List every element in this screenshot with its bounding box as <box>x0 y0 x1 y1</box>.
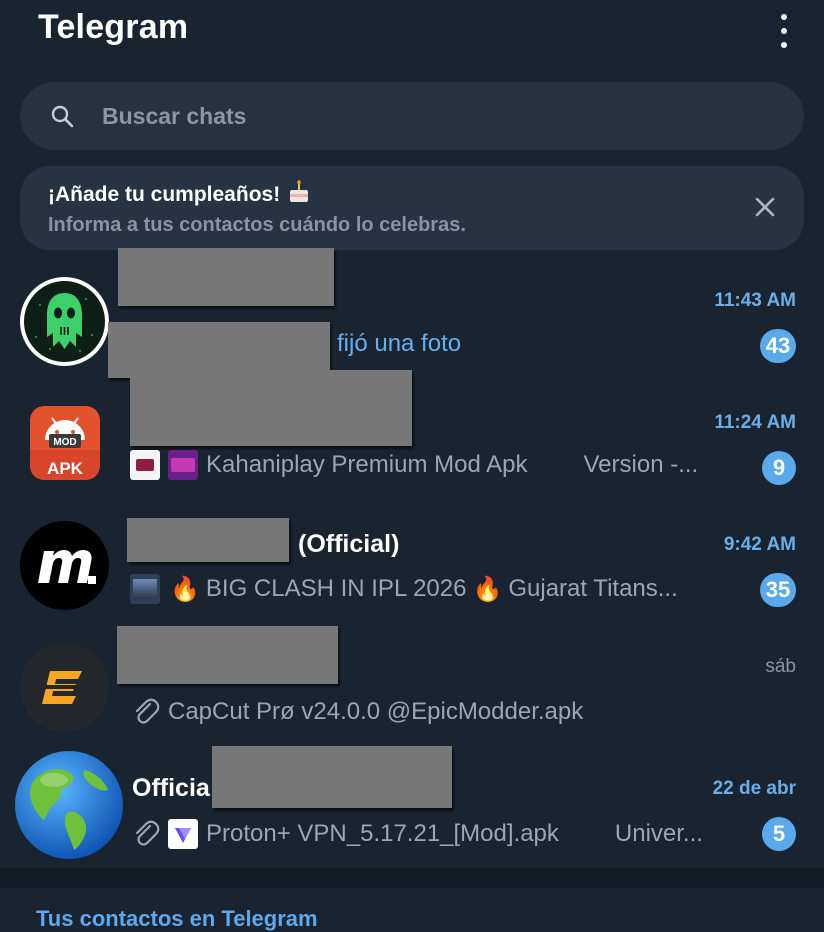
preview-text: fijó una foto <box>337 330 462 357</box>
cake-icon <box>288 180 310 210</box>
chat-time: 22 de abr <box>712 778 796 799</box>
preview-extra: Gujarat Titans... <box>508 575 678 602</box>
preview-text: Proton+ VPN_5.17.21_[Mod].apk <box>206 820 559 847</box>
chat-item[interactable]: 11:43 AM fijó una foto 43 <box>0 248 824 384</box>
app-title: Telegram <box>38 8 189 46</box>
chat-item[interactable]: Officia 22 de abr Proton+ VPN_5.17.21_[M… <box>0 746 824 872</box>
redacted-name <box>127 518 289 562</box>
chat-name: Officia <box>132 774 210 802</box>
chat-preview: 🔥 BIG CLASH IN IPL 2026 🔥 Gujarat Titans… <box>130 574 678 604</box>
top-app-bar: Telegram <box>0 0 824 70</box>
preview-text: CapCut Prø v24.0.0 @EpicModder.apk <box>168 698 584 725</box>
unread-badge: 5 <box>762 817 796 851</box>
thumbnail-icon <box>168 819 198 849</box>
banner-title-text: ¡Añade tu cumpleaños! <box>48 183 281 206</box>
chat-preview: CapCut Prø v24.0.0 @EpicModder.apk <box>130 696 583 728</box>
preview-text: Kahaniplay Premium Mod Apk <box>206 451 528 478</box>
chat-preview: Proton+ VPN_5.17.21_[Mod].apk Univer... <box>130 818 703 850</box>
svg-text:APK: APK <box>47 459 84 478</box>
preview-text: BIG CLASH IN IPL 2026 <box>205 575 467 602</box>
section-divider <box>0 868 824 888</box>
avatar: MOD APK <box>30 406 100 480</box>
svg-text:MOD: MOD <box>53 437 76 448</box>
search-icon <box>51 105 74 128</box>
unread-badge: 9 <box>762 451 796 485</box>
banner-subtitle: Informa a tus contactos cuándo lo celebr… <box>48 214 466 236</box>
banner-title: ¡Añade tu cumpleaños! <box>48 180 310 210</box>
avatar <box>14 750 124 860</box>
search-bar[interactable] <box>20 82 804 150</box>
attachment-icon <box>135 820 160 846</box>
redacted-name <box>117 626 338 684</box>
thumbnail-icon <box>130 574 160 604</box>
preview-extra: Univer... <box>614 820 703 847</box>
chat-time: 9:42 AM <box>723 534 796 555</box>
fire-icon: 🔥 <box>170 575 200 603</box>
chat-time: 11:24 AM <box>714 412 796 433</box>
contacts-section-title[interactable]: Tus contactos en Telegram <box>36 906 318 932</box>
redacted-name <box>212 746 452 808</box>
chat-preview: Kahaniplay Premium Mod Apk Version -... <box>130 450 698 480</box>
chat-item[interactable]: (Official) 9:42 AM 🔥 BIG CLASH IN IPL 20… <box>0 506 824 628</box>
redacted-name <box>118 248 334 306</box>
close-icon[interactable] <box>752 194 778 220</box>
unread-badge: 35 <box>760 573 796 607</box>
chat-item[interactable]: sáb CapCut Prø v24.0.0 @EpicModder.apk <box>0 626 824 750</box>
attachment-icon <box>135 698 160 724</box>
birthday-banner[interactable]: ¡Añade tu cumpleaños! Informa a tus cont… <box>20 166 804 250</box>
thumbnail-icon <box>130 450 160 480</box>
search-input[interactable] <box>102 82 752 150</box>
chat-preview: fijó una foto <box>337 330 461 358</box>
chat-time: sáb <box>765 656 796 677</box>
thumbnail-icon <box>168 450 198 480</box>
fire-icon: 🔥 <box>472 575 503 603</box>
avatar <box>20 643 109 732</box>
more-vertical-icon[interactable] <box>772 14 796 48</box>
avatar <box>20 521 109 610</box>
redacted-name <box>130 370 412 446</box>
avatar <box>20 277 109 366</box>
preview-extra: Version -... <box>583 451 699 478</box>
chat-time: 11:43 AM <box>714 290 796 311</box>
unread-badge: 43 <box>760 329 796 363</box>
chat-item[interactable]: MOD APK 11:24 AM Kahaniplay Premium Mod … <box>0 370 824 506</box>
chat-name: (Official) <box>298 530 400 558</box>
